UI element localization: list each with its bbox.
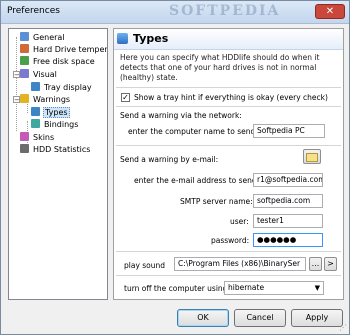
disk-icon <box>20 56 29 65</box>
tree-item-free-disk-space[interactable]: Free disk space <box>20 56 96 67</box>
chevron-down-icon: ▼ <box>314 284 320 292</box>
warning-icon <box>20 94 29 103</box>
types-panel: Types Here you can specify what HDDlife … <box>113 28 344 300</box>
category-tree[interactable]: General Hard Drive temper Free disk spac… <box>8 28 108 300</box>
tree-item-hdd-statistics[interactable]: HDD Statistics <box>20 144 91 155</box>
tree-item-visual[interactable]: Visual <box>20 69 58 80</box>
tray-hint-label: Show a tray hint if everything is okay (… <box>134 93 328 102</box>
network-heading: Send a warning via the network: <box>120 111 242 120</box>
tree-item-hard-drive-temperature[interactable]: Hard Drive temper <box>20 44 107 55</box>
computer-name-input[interactable]: Softpedia PC <box>253 124 325 138</box>
email-address-input[interactable]: r1@softpedia.com <box>253 173 323 187</box>
watermark: SOFTPEDIA <box>169 3 281 19</box>
skins-icon <box>20 132 29 141</box>
panel-title: Types <box>133 32 169 45</box>
preferences-window: Preferences SOFTPEDIA ✕ General Hard Dri… <box>0 0 350 335</box>
window-title: Preferences <box>7 6 60 16</box>
shutdown-method-value: hibernate <box>228 283 265 292</box>
tray-hint-checkbox[interactable]: ✓ <box>121 93 130 102</box>
user-input[interactable]: tester1 <box>253 214 323 228</box>
tree-item-general[interactable]: General <box>20 32 66 43</box>
mail-icon <box>306 153 318 162</box>
password-label: password: <box>211 236 250 245</box>
general-icon <box>20 32 29 41</box>
tree-item-types[interactable]: Types <box>31 107 70 118</box>
smtp-server-input[interactable]: softpedia.com <box>253 194 323 208</box>
browse-sound-button[interactable]: ... <box>309 257 322 271</box>
tree-item-bindings[interactable]: Bindings <box>31 119 79 130</box>
email-address-label: enter the e-mail address to send <box>134 176 257 185</box>
smtp-server-label: SMTP server name: <box>180 197 253 206</box>
apply-button[interactable]: Apply <box>291 309 343 327</box>
user-label: user: <box>230 217 249 226</box>
tree-item-warnings[interactable]: Warnings <box>20 94 71 105</box>
bindings-icon <box>31 119 40 128</box>
ok-button[interactable]: OK <box>177 309 229 327</box>
cancel-button[interactable]: Cancel <box>234 309 286 327</box>
play-sound-label: play sound <box>124 261 166 270</box>
expand-warnings-toggle[interactable]: − <box>13 96 20 104</box>
shutdown-method-select[interactable]: hibernate ▼ <box>224 281 324 295</box>
types-icon <box>31 107 40 116</box>
tray-icon <box>31 82 40 91</box>
email-heading: Send a warning by e-mail: <box>120 155 219 164</box>
play-sound-button[interactable]: > <box>324 257 337 271</box>
send-test-email-button[interactable] <box>303 149 321 164</box>
computer-name-label: enter the computer name to send <box>128 127 256 136</box>
panel-description: Here you can specify what HDDlife should… <box>120 53 320 82</box>
visual-icon <box>20 69 29 78</box>
sound-file-input[interactable]: C:\Program Files (x86)\BinarySer <box>174 257 306 271</box>
shutdown-label: turn off the computer using: <box>124 284 230 293</box>
expand-visual-toggle[interactable]: − <box>13 71 20 79</box>
tree-item-tray-display[interactable]: Tray display <box>31 82 93 93</box>
resize-grip[interactable]: ⋰ <box>339 323 347 332</box>
panel-header: Types <box>114 29 343 50</box>
close-button[interactable]: ✕ <box>315 4 345 19</box>
tree-item-skins[interactable]: Skins <box>20 132 55 143</box>
password-input[interactable]: ●●●●●● <box>253 233 323 247</box>
title-bar[interactable]: Preferences SOFTPEDIA ✕ <box>1 1 349 24</box>
thermometer-icon <box>20 44 29 53</box>
types-header-icon <box>117 33 128 44</box>
statistics-icon <box>20 144 29 153</box>
